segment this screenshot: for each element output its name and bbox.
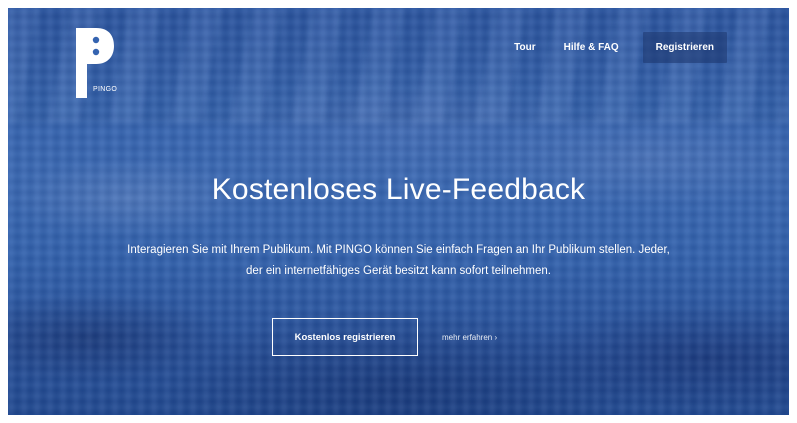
hero-lead-text: Interagieren Sie mit Ihrem Publikum. Mit… (78, 240, 719, 282)
logo-wordmark: PINGO (93, 86, 118, 93)
top-navigation: Tour Hilfe & FAQ Registrieren (486, 32, 727, 63)
register-free-button[interactable]: Kostenlos registrieren (272, 318, 418, 356)
hero-cta-row: Kostenlos registrieren mehr erfahren › (272, 316, 497, 358)
nav-register-button[interactable]: Registrieren (642, 32, 727, 63)
lead-line-2: der ein internetfähiges Gerät besitzt ka… (246, 265, 551, 277)
hero-headline: Kostenloses Live-Feedback (211, 173, 586, 206)
lead-line-1: Interagieren Sie mit Ihrem Publikum. Mit… (127, 244, 670, 256)
learn-more-link[interactable]: mehr erfahren › (442, 333, 497, 342)
nav-tour-link[interactable]: Tour (514, 42, 535, 53)
pingo-logo[interactable]: PINGO (74, 26, 124, 100)
nav-help-faq-link[interactable]: Hilfe & FAQ (564, 42, 619, 53)
hero-section: PINGO Tour Hilfe & FAQ Registrieren Kost… (8, 8, 789, 415)
